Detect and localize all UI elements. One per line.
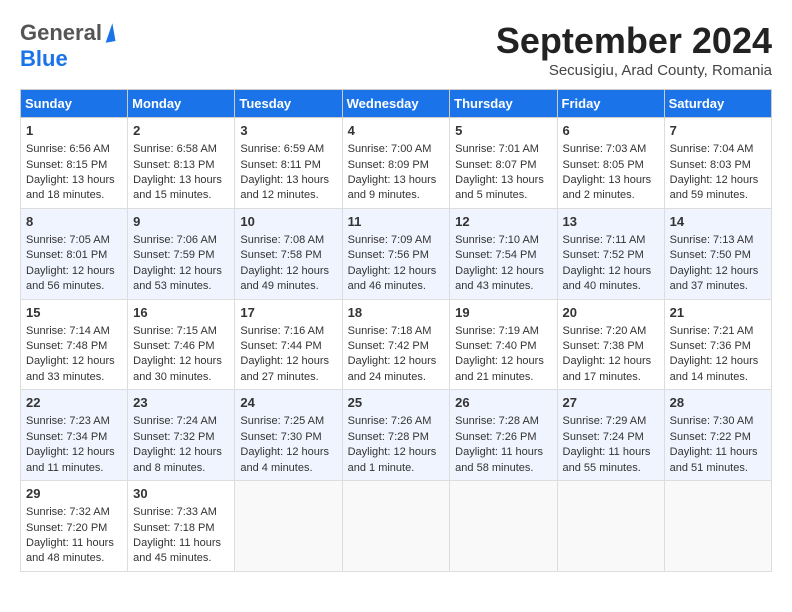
- calendar-header-tuesday: Tuesday: [235, 90, 342, 118]
- calendar-table: SundayMondayTuesdayWednesdayThursdayFrid…: [20, 89, 772, 572]
- calendar-day-16: 16Sunrise: 7:15 AM Sunset: 7:46 PM Dayli…: [128, 299, 235, 390]
- calendar-day-2: 2Sunrise: 6:58 AM Sunset: 8:13 PM Daylig…: [128, 118, 235, 209]
- calendar-day-14: 14Sunrise: 7:13 AM Sunset: 7:50 PM Dayli…: [664, 208, 771, 299]
- day-number: 29: [26, 485, 122, 503]
- calendar-empty-cell: [235, 481, 342, 572]
- logo-blue: Blue: [20, 46, 68, 72]
- day-number: 23: [133, 394, 229, 412]
- calendar-week-4: 22Sunrise: 7:23 AM Sunset: 7:34 PM Dayli…: [21, 390, 772, 481]
- calendar-day-25: 25Sunrise: 7:26 AM Sunset: 7:28 PM Dayli…: [342, 390, 450, 481]
- calendar-empty-cell: [450, 481, 557, 572]
- calendar-day-17: 17Sunrise: 7:16 AM Sunset: 7:44 PM Dayli…: [235, 299, 342, 390]
- day-number: 7: [670, 122, 766, 140]
- month-title: September 2024: [496, 20, 772, 62]
- calendar-week-2: 8Sunrise: 7:05 AM Sunset: 8:01 PM Daylig…: [21, 208, 772, 299]
- logo-general: General: [20, 20, 102, 46]
- day-number: 3: [240, 122, 336, 140]
- calendar-day-19: 19Sunrise: 7:19 AM Sunset: 7:40 PM Dayli…: [450, 299, 557, 390]
- day-number: 5: [455, 122, 551, 140]
- calendar-day-18: 18Sunrise: 7:18 AM Sunset: 7:42 PM Dayli…: [342, 299, 450, 390]
- logo: General Blue: [20, 20, 114, 72]
- day-number: 1: [26, 122, 122, 140]
- calendar-day-10: 10Sunrise: 7:08 AM Sunset: 7:58 PM Dayli…: [235, 208, 342, 299]
- calendar-day-20: 20Sunrise: 7:20 AM Sunset: 7:38 PM Dayli…: [557, 299, 664, 390]
- calendar-header-saturday: Saturday: [664, 90, 771, 118]
- logo-icon: [102, 23, 115, 42]
- calendar-day-28: 28Sunrise: 7:30 AM Sunset: 7:22 PM Dayli…: [664, 390, 771, 481]
- day-number: 14: [670, 213, 766, 231]
- calendar-day-27: 27Sunrise: 7:29 AM Sunset: 7:24 PM Dayli…: [557, 390, 664, 481]
- calendar-header-friday: Friday: [557, 90, 664, 118]
- calendar-empty-cell: [342, 481, 450, 572]
- calendar-header-thursday: Thursday: [450, 90, 557, 118]
- calendar-day-13: 13Sunrise: 7:11 AM Sunset: 7:52 PM Dayli…: [557, 208, 664, 299]
- calendar-empty-cell: [557, 481, 664, 572]
- calendar-day-22: 22Sunrise: 7:23 AM Sunset: 7:34 PM Dayli…: [21, 390, 128, 481]
- day-number: 30: [133, 485, 229, 503]
- calendar-day-6: 6Sunrise: 7:03 AM Sunset: 8:05 PM Daylig…: [557, 118, 664, 209]
- day-number: 17: [240, 304, 336, 322]
- calendar-week-3: 15Sunrise: 7:14 AM Sunset: 7:48 PM Dayli…: [21, 299, 772, 390]
- calendar-day-1: 1Sunrise: 6:56 AM Sunset: 8:15 PM Daylig…: [21, 118, 128, 209]
- day-number: 24: [240, 394, 336, 412]
- calendar-day-30: 30Sunrise: 7:33 AM Sunset: 7:18 PM Dayli…: [128, 481, 235, 572]
- location: Secusigiu, Arad County, Romania: [496, 62, 772, 79]
- day-number: 25: [348, 394, 445, 412]
- calendar-day-8: 8Sunrise: 7:05 AM Sunset: 8:01 PM Daylig…: [21, 208, 128, 299]
- day-number: 27: [563, 394, 659, 412]
- calendar-day-5: 5Sunrise: 7:01 AM Sunset: 8:07 PM Daylig…: [450, 118, 557, 209]
- calendar-day-7: 7Sunrise: 7:04 AM Sunset: 8:03 PM Daylig…: [664, 118, 771, 209]
- calendar-day-12: 12Sunrise: 7:10 AM Sunset: 7:54 PM Dayli…: [450, 208, 557, 299]
- calendar-week-1: 1Sunrise: 6:56 AM Sunset: 8:15 PM Daylig…: [21, 118, 772, 209]
- day-number: 15: [26, 304, 122, 322]
- calendar-day-23: 23Sunrise: 7:24 AM Sunset: 7:32 PM Dayli…: [128, 390, 235, 481]
- calendar-header-sunday: Sunday: [21, 90, 128, 118]
- day-number: 18: [348, 304, 445, 322]
- calendar-day-9: 9Sunrise: 7:06 AM Sunset: 7:59 PM Daylig…: [128, 208, 235, 299]
- day-number: 12: [455, 213, 551, 231]
- calendar-day-15: 15Sunrise: 7:14 AM Sunset: 7:48 PM Dayli…: [21, 299, 128, 390]
- day-number: 4: [348, 122, 445, 140]
- day-number: 10: [240, 213, 336, 231]
- page-header: General Blue September 2024 Secusigiu, A…: [20, 20, 772, 79]
- calendar-header-row: SundayMondayTuesdayWednesdayThursdayFrid…: [21, 90, 772, 118]
- day-number: 9: [133, 213, 229, 231]
- title-section: September 2024 Secusigiu, Arad County, R…: [496, 20, 772, 79]
- calendar-header-wednesday: Wednesday: [342, 90, 450, 118]
- calendar-day-11: 11Sunrise: 7:09 AM Sunset: 7:56 PM Dayli…: [342, 208, 450, 299]
- day-number: 19: [455, 304, 551, 322]
- day-number: 8: [26, 213, 122, 231]
- day-number: 28: [670, 394, 766, 412]
- calendar-day-4: 4Sunrise: 7:00 AM Sunset: 8:09 PM Daylig…: [342, 118, 450, 209]
- day-number: 6: [563, 122, 659, 140]
- calendar-day-24: 24Sunrise: 7:25 AM Sunset: 7:30 PM Dayli…: [235, 390, 342, 481]
- calendar-header-monday: Monday: [128, 90, 235, 118]
- day-number: 2: [133, 122, 229, 140]
- calendar-empty-cell: [664, 481, 771, 572]
- calendar-day-29: 29Sunrise: 7:32 AM Sunset: 7:20 PM Dayli…: [21, 481, 128, 572]
- calendar-week-5: 29Sunrise: 7:32 AM Sunset: 7:20 PM Dayli…: [21, 481, 772, 572]
- day-number: 26: [455, 394, 551, 412]
- calendar-day-3: 3Sunrise: 6:59 AM Sunset: 8:11 PM Daylig…: [235, 118, 342, 209]
- calendar-day-26: 26Sunrise: 7:28 AM Sunset: 7:26 PM Dayli…: [450, 390, 557, 481]
- day-number: 13: [563, 213, 659, 231]
- day-number: 22: [26, 394, 122, 412]
- day-number: 16: [133, 304, 229, 322]
- day-number: 11: [348, 213, 445, 231]
- day-number: 20: [563, 304, 659, 322]
- day-number: 21: [670, 304, 766, 322]
- calendar-day-21: 21Sunrise: 7:21 AM Sunset: 7:36 PM Dayli…: [664, 299, 771, 390]
